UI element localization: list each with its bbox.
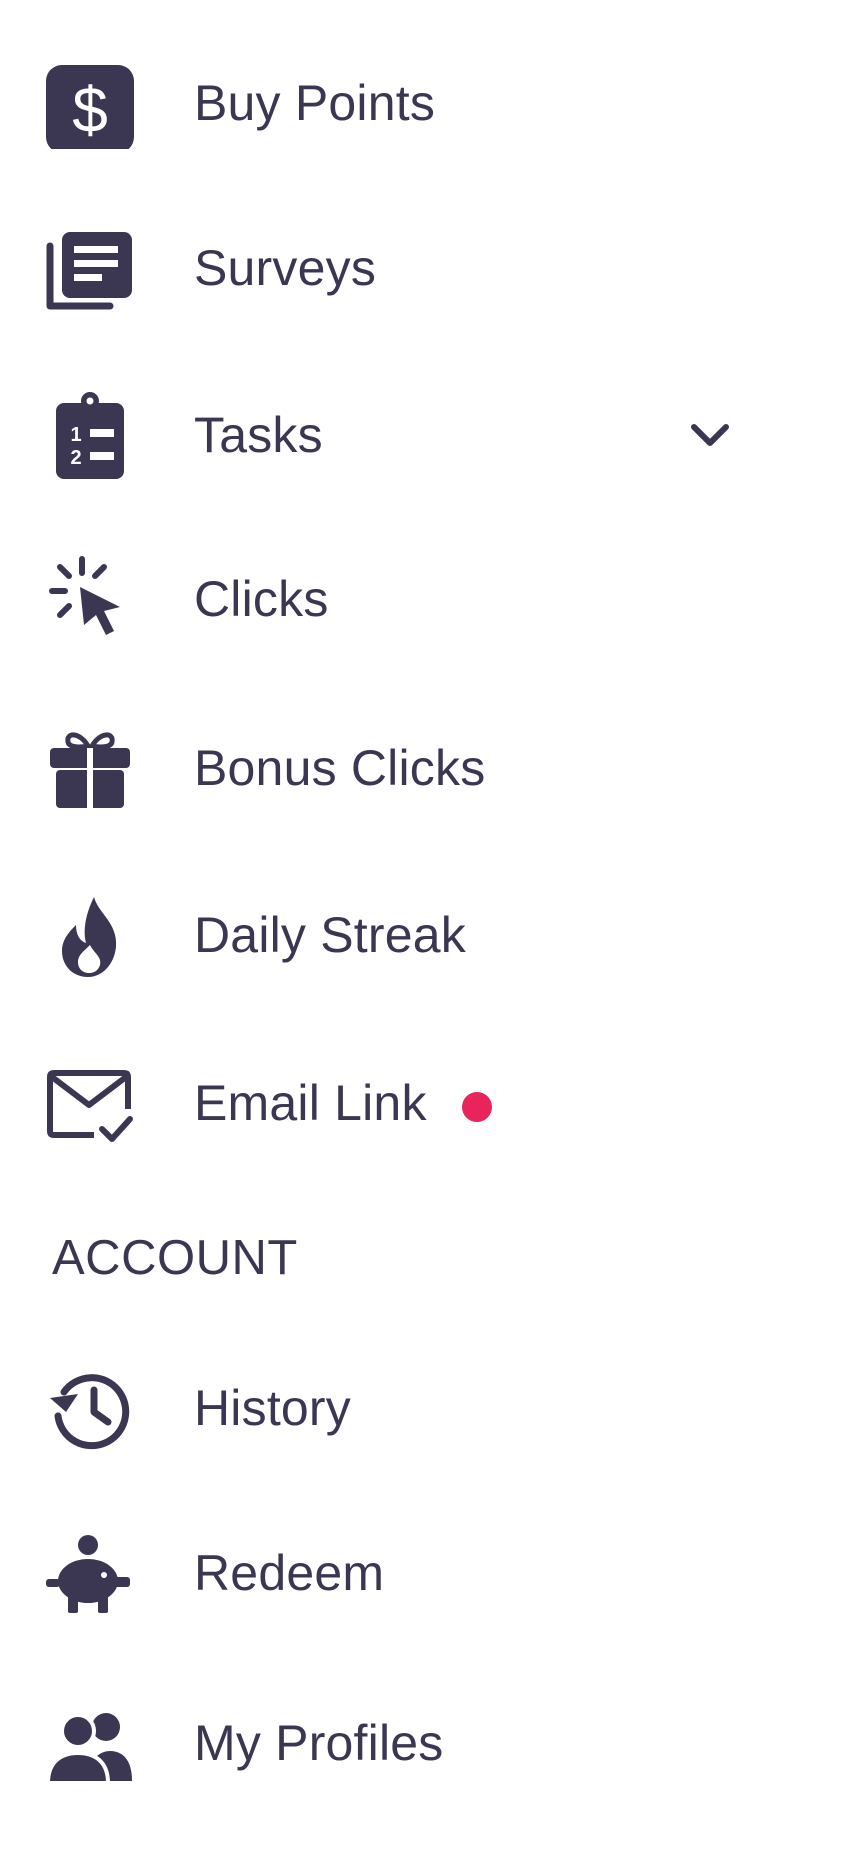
piggy-bank-icon <box>44 1527 136 1619</box>
chevron-down-icon[interactable] <box>686 411 734 459</box>
side-menu: $ Buy Points Surveys 1 2 Tasks Clicks Bo… <box>0 0 844 1864</box>
history-icon <box>44 1362 136 1454</box>
menu-item-tasks[interactable]: 1 2 Tasks <box>0 380 844 490</box>
menu-item-my-profiles[interactable]: My Profiles <box>0 1688 844 1798</box>
cursor-click-icon <box>44 553 136 645</box>
menu-item-label: Buy Points <box>194 75 436 131</box>
menu-item-label: Tasks <box>194 407 323 463</box>
menu-item-buy-points[interactable]: $ Buy Points <box>0 48 844 158</box>
menu-item-label: History <box>194 1380 351 1436</box>
clipboard-list-icon: 1 2 <box>44 389 136 481</box>
section-header-account: ACCOUNT <box>52 1231 298 1285</box>
menu-item-label: Email Link <box>194 1075 427 1131</box>
menu-item-daily-streak[interactable]: Daily Streak <box>0 880 844 990</box>
survey-list-icon <box>44 222 136 314</box>
menu-item-label: My Profiles <box>194 1715 444 1771</box>
dollar-icon: $ <box>44 57 136 149</box>
menu-item-label: Bonus Clicks <box>194 740 486 796</box>
svg-text:1: 1 <box>70 424 81 446</box>
menu-item-email-link[interactable]: Email Link <box>0 1048 844 1158</box>
notification-dot <box>462 1092 492 1122</box>
menu-item-surveys[interactable]: Surveys <box>0 213 844 323</box>
svg-text:2: 2 <box>70 447 81 469</box>
menu-item-bonus-clicks[interactable]: Bonus Clicks <box>0 713 844 823</box>
menu-item-history[interactable]: History <box>0 1353 844 1463</box>
menu-item-label: Surveys <box>194 240 377 296</box>
menu-item-label: Redeem <box>194 1545 385 1601</box>
people-icon <box>44 1697 136 1789</box>
menu-item-clicks[interactable]: Clicks <box>0 544 844 654</box>
menu-item-label: Daily Streak <box>194 907 466 963</box>
menu-item-label: Clicks <box>194 571 329 627</box>
menu-item-redeem[interactable]: Redeem <box>0 1518 844 1628</box>
email-check-icon <box>44 1057 136 1149</box>
gift-icon <box>44 722 136 814</box>
flame-icon <box>44 889 136 981</box>
svg-text:$: $ <box>72 74 108 146</box>
